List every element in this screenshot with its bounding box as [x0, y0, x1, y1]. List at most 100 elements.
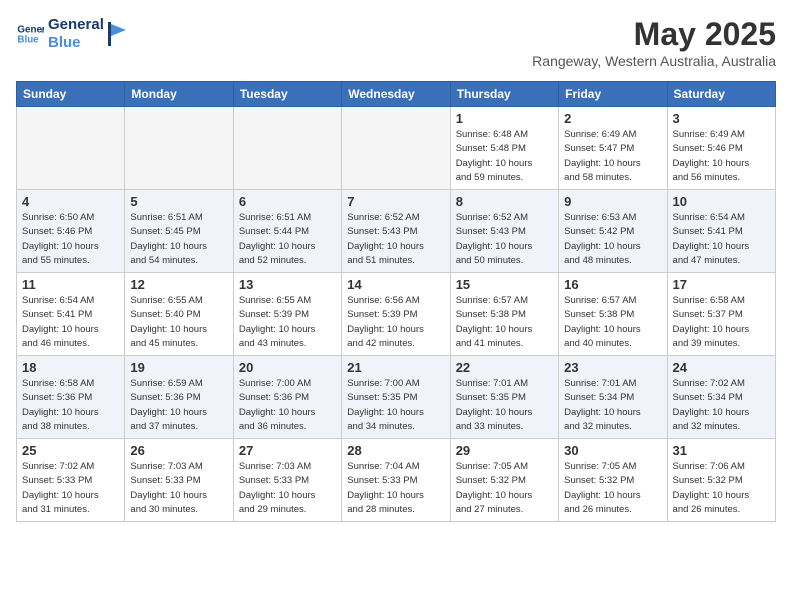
col-header-friday: Friday — [559, 82, 667, 107]
day-info: Sunrise: 6:49 AM Sunset: 5:47 PM Dayligh… — [564, 128, 661, 185]
calendar-cell: 31Sunrise: 7:06 AM Sunset: 5:32 PM Dayli… — [667, 439, 775, 522]
calendar-cell: 22 Sunrise: 7:01 AM Sunset: 5:35 PM Dayli… — [450, 356, 558, 439]
calendar-cell: 18Sunrise: 6:58 AM Sunset: 5:36 PM Dayli… — [17, 356, 125, 439]
calendar-cell: 26 Sunrise: 7:03 AM Sunset: 5:33 PM Dayli… — [125, 439, 233, 522]
day-info: Sunrise: 6:50 AM Sunset: 5:46 PM Dayligh… — [22, 211, 119, 268]
calendar-cell: 19Sunrise: 6:59 AM Sunset: 5:36 PM Dayli… — [125, 356, 233, 439]
day-number: 3 — [673, 111, 770, 126]
day-info: Sunrise: 6:59 AM Sunset: 5:36 PM Dayligh… — [130, 377, 227, 434]
day-info: Sunrise: 6:52 AM Sunset: 5:43 PM Dayligh… — [456, 211, 553, 268]
day-number: 20 — [239, 360, 336, 375]
day-number: 15 — [456, 277, 553, 292]
calendar-cell: 13 Sunrise: 6:55 AM Sunset: 5:39 PM Dayli… — [233, 273, 341, 356]
day-number: 13 — [239, 277, 336, 292]
logo-icon: General Blue — [16, 20, 44, 48]
day-number: 4 — [22, 194, 119, 209]
calendar-week-row: 25 Sunrise: 7:02 AM Sunset: 5:33 PM Dayli… — [17, 439, 776, 522]
calendar-cell: 16 Sunrise: 6:57 AM Sunset: 5:38 PM Dayli… — [559, 273, 667, 356]
day-info: Sunrise: 6:54 AM Sunset: 5:41 PM Dayligh… — [673, 211, 770, 268]
calendar-table: SundayMondayTuesdayWednesdayThursdayFrid… — [16, 81, 776, 522]
logo: General Blue General Blue — [16, 16, 128, 52]
month-title: May 2025 — [532, 16, 776, 53]
calendar-cell: 1 Sunrise: 6:48 AM Sunset: 5:48 PM Daylig… — [450, 107, 558, 190]
col-header-wednesday: Wednesday — [342, 82, 450, 107]
day-number: 2 — [564, 111, 661, 126]
calendar-cell — [233, 107, 341, 190]
calendar-cell: 8Sunrise: 6:52 AM Sunset: 5:43 PM Daylig… — [450, 190, 558, 273]
day-info: Sunrise: 6:52 AM Sunset: 5:43 PM Dayligh… — [347, 211, 444, 268]
col-header-sunday: Sunday — [17, 82, 125, 107]
page-header: General Blue General Blue May 2025 Range… — [16, 16, 776, 69]
calendar-cell: 9 Sunrise: 6:53 AM Sunset: 5:42 PM Daylig… — [559, 190, 667, 273]
calendar-cell: 28 Sunrise: 7:04 AM Sunset: 5:33 PM Dayli… — [342, 439, 450, 522]
day-number: 16 — [564, 277, 661, 292]
day-number: 9 — [564, 194, 661, 209]
calendar-cell: 7 Sunrise: 6:52 AM Sunset: 5:43 PM Daylig… — [342, 190, 450, 273]
day-info: Sunrise: 7:06 AM Sunset: 5:32 PM Dayligh… — [673, 460, 770, 517]
calendar-cell: 14Sunrise: 6:56 AM Sunset: 5:39 PM Dayli… — [342, 273, 450, 356]
calendar-week-row: 11 Sunrise: 6:54 AM Sunset: 5:41 PM Dayli… — [17, 273, 776, 356]
logo-blue: Blue — [48, 34, 104, 52]
col-header-tuesday: Tuesday — [233, 82, 341, 107]
calendar-cell: 2 Sunrise: 6:49 AM Sunset: 5:47 PM Daylig… — [559, 107, 667, 190]
day-info: Sunrise: 6:58 AM Sunset: 5:36 PM Dayligh… — [22, 377, 119, 434]
day-number: 12 — [130, 277, 227, 292]
calendar-cell: 30Sunrise: 7:05 AM Sunset: 5:32 PM Dayli… — [559, 439, 667, 522]
svg-text:Blue: Blue — [17, 34, 39, 45]
col-header-thursday: Thursday — [450, 82, 558, 107]
calendar-cell: 6Sunrise: 6:51 AM Sunset: 5:44 PM Daylig… — [233, 190, 341, 273]
day-info: Sunrise: 6:49 AM Sunset: 5:46 PM Dayligh… — [673, 128, 770, 185]
day-number: 26 — [130, 443, 227, 458]
day-number: 1 — [456, 111, 553, 126]
calendar-week-row: 18Sunrise: 6:58 AM Sunset: 5:36 PM Dayli… — [17, 356, 776, 439]
day-info: Sunrise: 6:48 AM Sunset: 5:48 PM Dayligh… — [456, 128, 553, 185]
day-number: 27 — [239, 443, 336, 458]
day-info: Sunrise: 6:51 AM Sunset: 5:45 PM Dayligh… — [130, 211, 227, 268]
day-info: Sunrise: 7:00 AM Sunset: 5:36 PM Dayligh… — [239, 377, 336, 434]
calendar-cell: 12 Sunrise: 6:55 AM Sunset: 5:40 PM Dayli… — [125, 273, 233, 356]
day-info: Sunrise: 7:02 AM Sunset: 5:33 PM Dayligh… — [22, 460, 119, 517]
day-info: Sunrise: 6:53 AM Sunset: 5:42 PM Dayligh… — [564, 211, 661, 268]
calendar-header-row: SundayMondayTuesdayWednesdayThursdayFrid… — [17, 82, 776, 107]
calendar-cell: 25 Sunrise: 7:02 AM Sunset: 5:33 PM Dayli… — [17, 439, 125, 522]
day-number: 25 — [22, 443, 119, 458]
day-number: 30 — [564, 443, 661, 458]
calendar-week-row: 4 Sunrise: 6:50 AM Sunset: 5:46 PM Daylig… — [17, 190, 776, 273]
day-number: 17 — [673, 277, 770, 292]
calendar-cell: 4 Sunrise: 6:50 AM Sunset: 5:46 PM Daylig… — [17, 190, 125, 273]
day-info: Sunrise: 7:00 AM Sunset: 5:35 PM Dayligh… — [347, 377, 444, 434]
title-block: May 2025 Rangeway, Western Australia, Au… — [532, 16, 776, 69]
day-number: 14 — [347, 277, 444, 292]
day-info: Sunrise: 6:57 AM Sunset: 5:38 PM Dayligh… — [456, 294, 553, 351]
day-number: 10 — [673, 194, 770, 209]
day-number: 24 — [673, 360, 770, 375]
day-info: Sunrise: 6:57 AM Sunset: 5:38 PM Dayligh… — [564, 294, 661, 351]
day-info: Sunrise: 6:55 AM Sunset: 5:40 PM Dayligh… — [130, 294, 227, 351]
day-info: Sunrise: 7:04 AM Sunset: 5:33 PM Dayligh… — [347, 460, 444, 517]
calendar-cell: 5Sunrise: 6:51 AM Sunset: 5:45 PM Daylig… — [125, 190, 233, 273]
calendar-cell: 11 Sunrise: 6:54 AM Sunset: 5:41 PM Dayli… — [17, 273, 125, 356]
calendar-cell: 20 Sunrise: 7:00 AM Sunset: 5:36 PM Dayli… — [233, 356, 341, 439]
day-info: Sunrise: 7:03 AM Sunset: 5:33 PM Dayligh… — [130, 460, 227, 517]
logo-general: General — [48, 16, 104, 34]
calendar-cell — [17, 107, 125, 190]
day-info: Sunrise: 7:05 AM Sunset: 5:32 PM Dayligh… — [456, 460, 553, 517]
calendar-cell: 23Sunrise: 7:01 AM Sunset: 5:34 PM Dayli… — [559, 356, 667, 439]
col-header-saturday: Saturday — [667, 82, 775, 107]
calendar-week-row: 1 Sunrise: 6:48 AM Sunset: 5:48 PM Daylig… — [17, 107, 776, 190]
day-info: Sunrise: 7:01 AM Sunset: 5:35 PM Dayligh… — [456, 377, 553, 434]
logo-flag-icon — [108, 22, 128, 46]
day-number: 11 — [22, 277, 119, 292]
day-number: 28 — [347, 443, 444, 458]
day-number: 22 — [456, 360, 553, 375]
day-number: 29 — [456, 443, 553, 458]
day-info: Sunrise: 6:54 AM Sunset: 5:41 PM Dayligh… — [22, 294, 119, 351]
calendar-cell: 17Sunrise: 6:58 AM Sunset: 5:37 PM Dayli… — [667, 273, 775, 356]
day-info: Sunrise: 7:02 AM Sunset: 5:34 PM Dayligh… — [673, 377, 770, 434]
day-number: 21 — [347, 360, 444, 375]
calendar-cell: 29 Sunrise: 7:05 AM Sunset: 5:32 PM Dayli… — [450, 439, 558, 522]
calendar-cell: 3 Sunrise: 6:49 AM Sunset: 5:46 PM Daylig… — [667, 107, 775, 190]
calendar-cell: 15 Sunrise: 6:57 AM Sunset: 5:38 PM Dayli… — [450, 273, 558, 356]
day-number: 7 — [347, 194, 444, 209]
day-info: Sunrise: 6:55 AM Sunset: 5:39 PM Dayligh… — [239, 294, 336, 351]
